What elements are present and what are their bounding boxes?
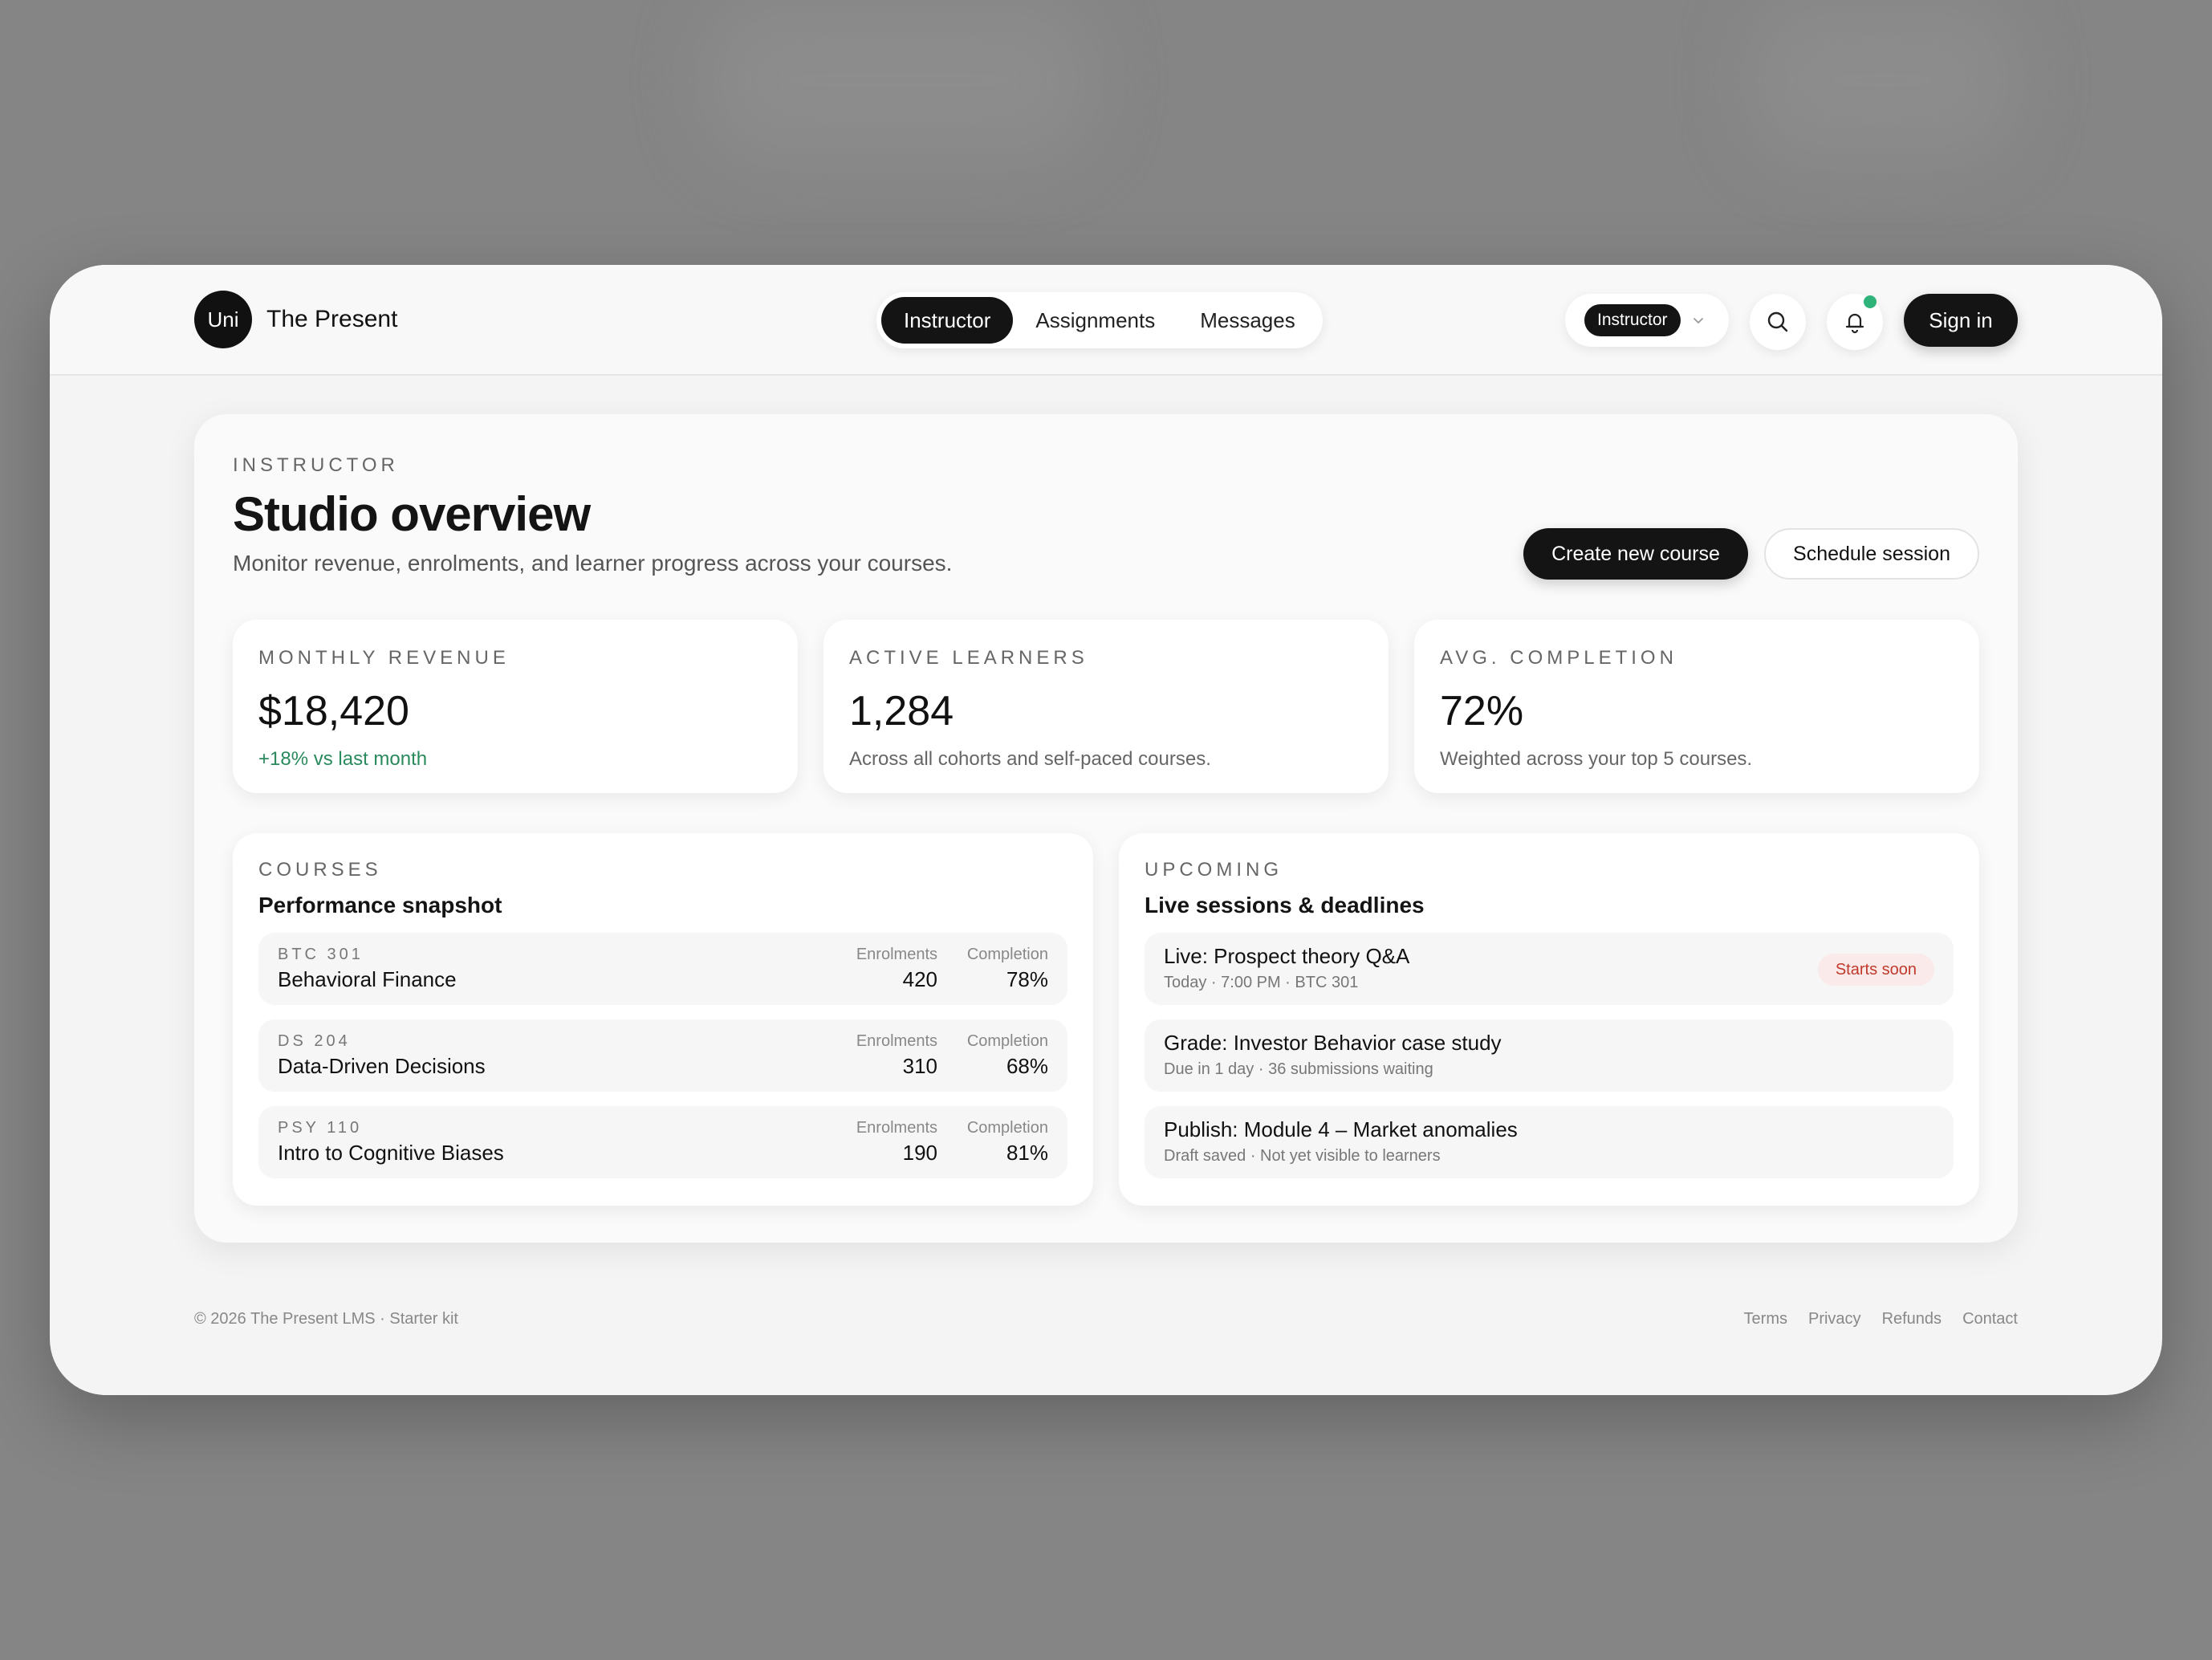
upcoming-eyebrow: UPCOMING — [1145, 859, 1283, 881]
footer-copyright: © 2026 The Present LMS · Starter kit — [194, 1310, 458, 1328]
enrolments-label: Enrolments — [856, 1032, 937, 1050]
enrolments-value: 190 — [902, 1141, 937, 1165]
notification-dot — [1864, 295, 1877, 308]
session-title: Grade: Investor Behavior case study — [1164, 1031, 1502, 1055]
chevron-down-icon — [1693, 318, 1703, 324]
top-bar: Uni The Present Instructor Assignments M… — [50, 265, 2162, 376]
status-badge: Starts soon — [1817, 954, 1934, 986]
main-nav: Instructor Assignments Messages — [876, 292, 1323, 348]
enrolments-label: Enrolments — [856, 1119, 937, 1137]
schedule-session-button[interactable]: Schedule session — [1764, 528, 1979, 580]
enrolments-metric: Enrolments 310 — [856, 1032, 937, 1079]
notifications-button[interactable] — [1827, 294, 1883, 350]
stat-card-completion: AVG. COMPLETION 72% Weighted across your… — [1414, 620, 1979, 793]
completion-metric: Completion 81% — [967, 1119, 1048, 1166]
course-row[interactable]: DS 204 Data-Driven Decisions Enrolments … — [258, 1019, 1067, 1092]
stat-label: AVG. COMPLETION — [1440, 647, 1677, 669]
stat-value: 72% — [1440, 688, 1524, 734]
footer-link-contact[interactable]: Contact — [1962, 1310, 2018, 1328]
enrolments-value: 310 — [902, 1054, 937, 1078]
session-meta: Draft saved · Not yet visible to learner… — [1164, 1147, 1441, 1165]
footer-links: Terms Privacy Refunds Contact — [1744, 1310, 2018, 1328]
completion-label: Completion — [966, 1119, 1048, 1137]
completion-value: 81% — [1006, 1141, 1048, 1165]
completion-metric: Completion 68% — [967, 1032, 1048, 1079]
tab-assignments[interactable]: Assignments — [1013, 297, 1177, 344]
completion-value: 78% — [1006, 967, 1048, 991]
tab-messages[interactable]: Messages — [1177, 297, 1318, 344]
brand[interactable]: Uni The Present — [194, 291, 397, 348]
completion-value: 68% — [1006, 1054, 1048, 1078]
stat-label: ACTIVE LEARNERS — [849, 647, 1088, 669]
background-blur-left — [706, 0, 1092, 161]
stat-label: MONTHLY REVENUE — [258, 647, 510, 669]
course-row[interactable]: PSY 110 Intro to Cognitive Biases Enrolm… — [258, 1106, 1067, 1178]
stat-value: 1,284 — [849, 688, 954, 734]
brand-logo: Uni — [194, 291, 252, 348]
page-title: Studio overview — [233, 487, 591, 541]
stat-card-revenue: MONTHLY REVENUE $18,420 +18% vs last mon… — [233, 620, 798, 793]
create-course-button[interactable]: Create new course — [1523, 528, 1748, 580]
stat-note: +18% vs last month — [258, 748, 428, 770]
courses-title: Performance snapshot — [258, 893, 502, 917]
session-row[interactable]: Publish: Module 4 – Market anomalies Dra… — [1145, 1106, 1954, 1178]
search-button[interactable] — [1750, 294, 1806, 350]
brand-name: The Present — [266, 306, 398, 332]
studio-overview-panel: INSTRUCTOR Studio overview Monitor reven… — [194, 414, 2018, 1243]
role-select[interactable]: Instructor — [1565, 294, 1729, 347]
completion-label: Completion — [966, 946, 1048, 963]
page-subtitle: Monitor revenue, enrolments, and learner… — [233, 551, 953, 576]
stat-value: $18,420 — [258, 688, 409, 734]
enrolments-metric: Enrolments 190 — [856, 1119, 937, 1166]
app-window: Uni The Present Instructor Assignments M… — [50, 265, 2162, 1395]
completion-label: Completion — [966, 1032, 1048, 1050]
page-eyebrow: INSTRUCTOR — [233, 454, 399, 476]
session-row[interactable]: Live: Prospect theory Q&A Today · 7:00 P… — [1145, 933, 1954, 1005]
stat-note: Weighted across your top 5 courses. — [1440, 748, 1753, 770]
upcoming-card: UPCOMING Live sessions & deadlines Live:… — [1119, 833, 1979, 1206]
session-row[interactable]: Grade: Investor Behavior case study Due … — [1145, 1019, 1954, 1092]
session-meta: Due in 1 day · 36 submissions waiting — [1164, 1060, 1433, 1078]
search-icon — [1767, 311, 1788, 332]
enrolments-value: 420 — [902, 967, 937, 991]
stat-note: Across all cohorts and self-paced course… — [849, 748, 1211, 770]
course-row[interactable]: BTC 301 Behavioral Finance Enrolments 42… — [258, 933, 1067, 1005]
sign-in-button[interactable]: Sign in — [1904, 294, 2018, 347]
footer-link-terms[interactable]: Terms — [1744, 1310, 1787, 1328]
role-value: Instructor — [1584, 304, 1681, 336]
bell-icon — [1845, 313, 1864, 334]
courses-eyebrow: COURSES — [258, 859, 382, 881]
session-title: Publish: Module 4 – Market anomalies — [1164, 1117, 1518, 1141]
courses-card: COURSES Performance snapshot BTC 301 Beh… — [233, 833, 1093, 1206]
completion-metric: Completion 78% — [967, 946, 1048, 992]
background-blur-right — [1750, 0, 2015, 161]
upcoming-title: Live sessions & deadlines — [1145, 893, 1425, 917]
footer-link-privacy[interactable]: Privacy — [1808, 1310, 1861, 1328]
enrolments-metric: Enrolments 420 — [856, 946, 937, 992]
enrolments-label: Enrolments — [856, 946, 937, 963]
stat-card-learners: ACTIVE LEARNERS 1,284 Across all cohorts… — [823, 620, 1389, 793]
footer-link-refunds[interactable]: Refunds — [1882, 1310, 1942, 1328]
tab-instructor[interactable]: Instructor — [881, 297, 1014, 344]
